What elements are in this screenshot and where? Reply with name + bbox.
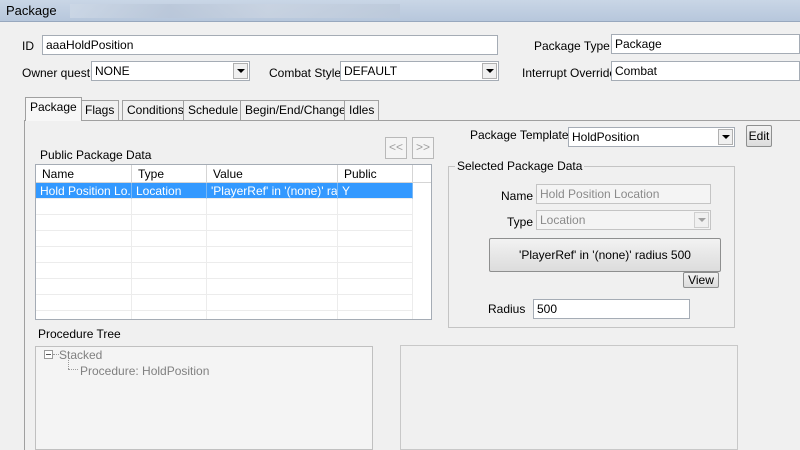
tab-package[interactable]: Package: [25, 97, 82, 121]
public-package-data-title: Public Package Data: [40, 148, 152, 162]
collapse-icon[interactable]: [44, 350, 53, 359]
list-empty-gridlines: [36, 199, 413, 319]
combat-style-label: Combat Style: [269, 66, 342, 80]
selected-type-value: Location: [540, 213, 586, 227]
owner-quest-value: NONE: [95, 64, 130, 78]
list-header: Name Type Value Public: [36, 165, 431, 183]
chevron-down-icon[interactable]: [718, 129, 733, 145]
tab-conditions[interactable]: Conditions: [122, 100, 189, 120]
selected-package-data-title: Selected Package Data: [455, 159, 585, 173]
title-bar-blurred-region: [70, 4, 400, 18]
title-bar: Package: [0, 0, 800, 22]
table-row[interactable]: Hold Position Lo... Location 'PlayerRef'…: [36, 183, 431, 199]
column-header-value[interactable]: Value: [207, 165, 338, 183]
selected-type-select: Location: [536, 210, 711, 230]
package-type-label: Package Type: [534, 39, 610, 53]
package-template-value: HoldPosition: [572, 130, 640, 144]
package-template-label: Package Template: [470, 128, 569, 142]
id-label: ID: [22, 39, 34, 53]
selected-name-field: Hold Position Location: [536, 184, 711, 204]
tree-connector: [68, 360, 69, 369]
tree-node-procedure[interactable]: Procedure: HoldPosition: [80, 364, 209, 378]
public-package-data-list[interactable]: Name Type Value Public Hold Position Lo.…: [35, 164, 432, 320]
window-title: Package: [6, 3, 57, 18]
tab-idles[interactable]: Idles: [344, 100, 380, 120]
selected-name-label: Name: [501, 189, 534, 203]
view-button[interactable]: View: [683, 272, 719, 288]
cell-public: Y: [338, 183, 413, 199]
radius-label: Radius: [488, 302, 526, 316]
procedure-tree-title: Procedure Tree: [38, 327, 121, 341]
package-type-field[interactable]: Package: [611, 34, 800, 54]
chevron-down-icon[interactable]: [233, 63, 248, 79]
procedure-tree[interactable]: Stacked Procedure: HoldPosition: [35, 346, 373, 450]
chevron-down-icon[interactable]: [482, 63, 497, 79]
column-header-public[interactable]: Public: [338, 165, 413, 183]
interrupt-override-field[interactable]: Combat: [611, 61, 800, 81]
previous-button[interactable]: <<: [385, 137, 407, 159]
column-header-name[interactable]: Name: [36, 165, 132, 183]
location-button[interactable]: 'PlayerRef' in '(none)' radius 500: [489, 238, 721, 272]
selected-type-label: Type: [507, 215, 534, 229]
cell-name: Hold Position Lo...: [36, 183, 132, 199]
owner-quest-label: Owner quest: [22, 66, 91, 80]
cell-type: Location: [132, 183, 207, 199]
tab-begin-end-change[interactable]: Begin/End/Change: [240, 100, 351, 120]
interrupt-override-label: Interrupt Override: [522, 66, 617, 80]
tab-flags[interactable]: Flags: [80, 100, 120, 120]
radius-input[interactable]: 500: [533, 299, 690, 319]
column-header-type[interactable]: Type: [132, 165, 207, 183]
tree-connector: [68, 369, 78, 370]
combat-style-value: DEFAULT: [344, 64, 398, 78]
tree-node-stacked[interactable]: Stacked: [59, 348, 102, 362]
chevron-down-icon: [694, 212, 709, 228]
id-input[interactable]: aaaHoldPosition: [42, 35, 498, 55]
cell-value: 'PlayerRef' in '(none)' ra...: [207, 183, 338, 199]
combat-style-select[interactable]: DEFAULT: [340, 61, 499, 81]
column-header-filler: [413, 165, 431, 183]
edit-button[interactable]: Edit: [746, 125, 772, 147]
owner-quest-select[interactable]: NONE: [91, 61, 250, 81]
procedure-detail-panel: [400, 345, 738, 450]
next-button[interactable]: >>: [412, 137, 434, 159]
package-template-select[interactable]: HoldPosition: [568, 127, 735, 147]
tab-schedule[interactable]: Schedule: [183, 100, 244, 120]
